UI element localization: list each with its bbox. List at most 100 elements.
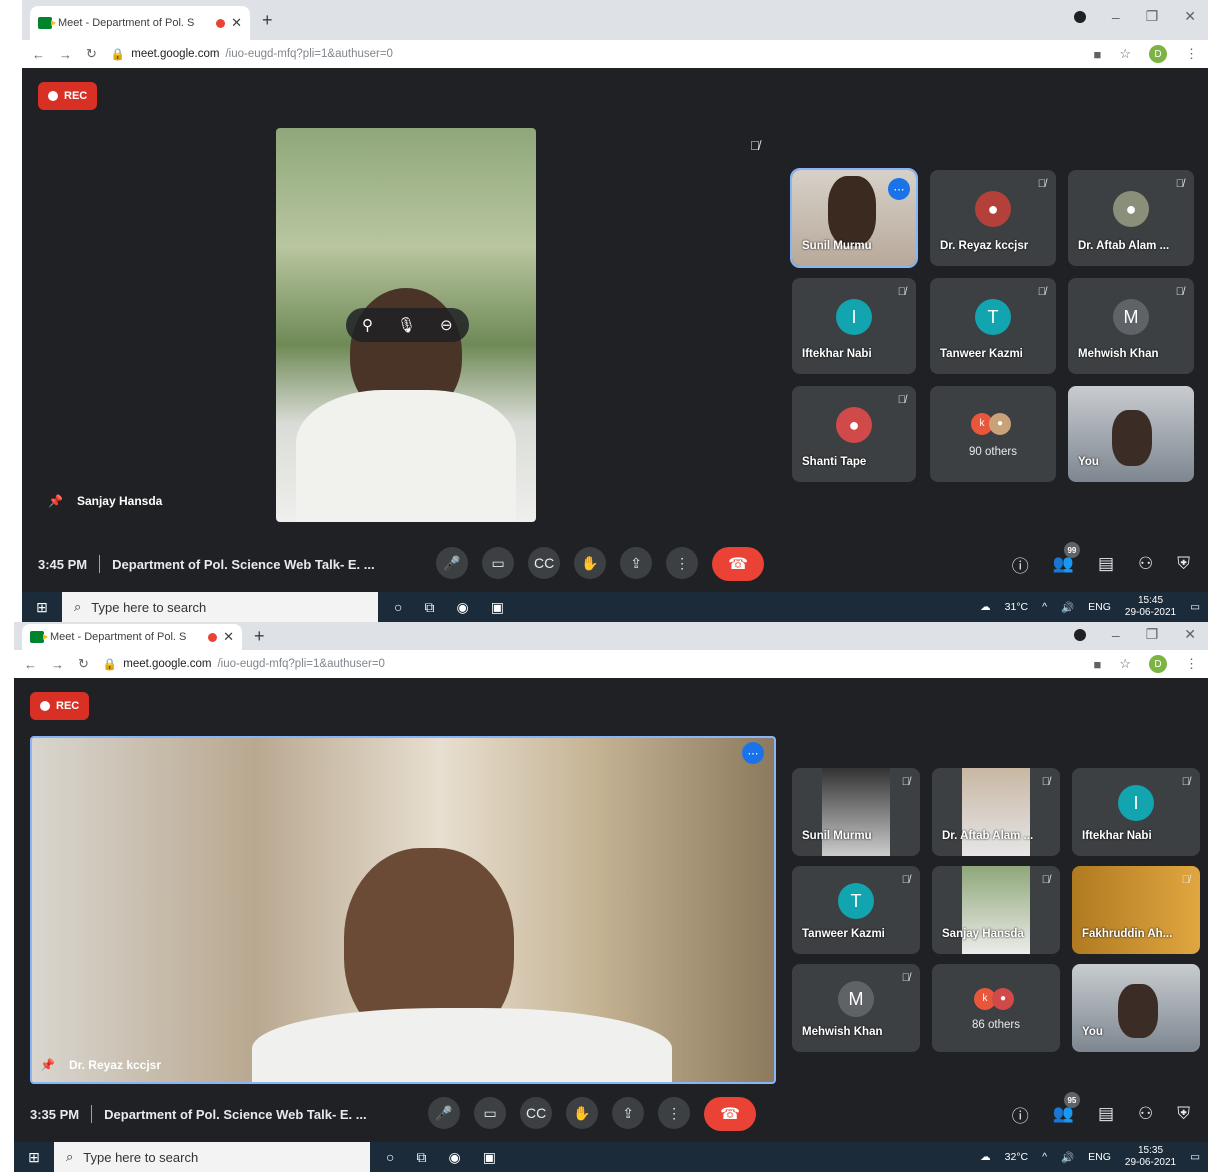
more-vert-icon[interactable]: ⋮ bbox=[666, 547, 699, 579]
participant-tile[interactable]: 🎙̸ Fakhruddin Ah... bbox=[1072, 866, 1200, 954]
notification-icon[interactable]: ▭ bbox=[1190, 1151, 1200, 1163]
others-tile[interactable]: k ● 90 others bbox=[930, 386, 1056, 482]
participant-tile[interactable]: 🎙̸ ● Shanti Tape bbox=[792, 386, 916, 482]
participant-tile[interactable]: 🎙̸ Sanjay Hansda bbox=[932, 866, 1060, 954]
microphone-icon[interactable]: 🎤 bbox=[436, 547, 469, 579]
forward-icon[interactable]: → bbox=[51, 657, 64, 672]
chevron-up-icon[interactable]: ^ bbox=[1042, 1151, 1047, 1163]
windows-start-icon[interactable]: ⊞ bbox=[22, 599, 62, 616]
info-icon[interactable]: ⓘ bbox=[1012, 552, 1029, 577]
end-call-icon[interactable]: ☎ bbox=[712, 547, 765, 581]
camera-indicator-icon[interactable]: ■ bbox=[1093, 657, 1101, 672]
volume-icon[interactable]: 🔊 bbox=[1061, 1151, 1074, 1164]
extension-icon[interactable] bbox=[1073, 10, 1086, 23]
profile-avatar[interactable]: D bbox=[1149, 45, 1167, 63]
reload-icon[interactable]: ↻ bbox=[86, 46, 97, 62]
chevron-up-icon[interactable]: ^ bbox=[1042, 601, 1047, 613]
new-tab-icon[interactable]: + bbox=[254, 626, 265, 647]
minimize-icon[interactable]: – bbox=[1112, 627, 1120, 643]
host-controls-icon[interactable]: ⛨ bbox=[1177, 1104, 1190, 1124]
activities-icon[interactable]: ⚇ bbox=[1138, 1104, 1153, 1124]
restore-icon[interactable]: ❐ bbox=[1146, 8, 1159, 25]
self-tile[interactable]: You bbox=[1068, 386, 1194, 482]
cortana-icon[interactable]: ○ bbox=[386, 1149, 394, 1165]
participant-tile[interactable]: 🎙̸ Sunil Murmu bbox=[792, 768, 920, 856]
unpin-icon[interactable]: ⚲ bbox=[362, 316, 373, 334]
cortana-icon[interactable]: ○ bbox=[394, 599, 402, 615]
back-icon[interactable]: ← bbox=[32, 47, 45, 62]
present-icon[interactable]: ⇪ bbox=[612, 1097, 645, 1129]
forward-icon[interactable]: → bbox=[59, 47, 72, 62]
host-controls-icon[interactable]: ⛨ bbox=[1177, 554, 1190, 574]
browser-menu-icon[interactable]: ⋮ bbox=[1185, 656, 1198, 672]
language[interactable]: ENG bbox=[1088, 601, 1111, 613]
camera-icon[interactable]: ▭ bbox=[474, 1097, 507, 1129]
close-tab-icon[interactable]: ✕ bbox=[231, 15, 242, 31]
mute-participant-icon[interactable]: 🎙 bbox=[397, 316, 416, 334]
self-tile[interactable]: You bbox=[1072, 964, 1200, 1052]
participant-tile[interactable]: 🎙̸ M Mehwish Khan bbox=[792, 964, 920, 1052]
close-window-icon[interactable]: ✕ bbox=[1184, 626, 1196, 643]
participant-tile[interactable]: ⋯ Sunil Murmu bbox=[790, 168, 918, 268]
clock[interactable]: 15:35 29-06-2021 bbox=[1125, 1145, 1176, 1169]
participant-tile[interactable]: 🎙̸ ● Dr. Aftab Alam ... bbox=[1068, 170, 1194, 266]
taskbar-search[interactable]: ⌕ Type here to search bbox=[54, 1142, 370, 1172]
task-view-icon[interactable]: ⧉ bbox=[424, 599, 434, 616]
remove-participant-icon[interactable]: ⊖ bbox=[440, 316, 453, 334]
participant-tile[interactable]: 🎙̸ T Tanweer Kazmi bbox=[930, 278, 1056, 374]
microphone-icon[interactable]: 🎤 bbox=[428, 1097, 461, 1129]
more-options-icon[interactable]: ⋯ bbox=[742, 742, 764, 764]
bookmark-star-icon[interactable]: ☆ bbox=[1119, 656, 1131, 672]
close-window-icon[interactable]: ✕ bbox=[1184, 8, 1196, 25]
new-tab-icon[interactable]: + bbox=[262, 10, 273, 31]
photos-icon[interactable]: ▣ bbox=[483, 1149, 496, 1166]
task-view-icon[interactable]: ⧉ bbox=[416, 1149, 426, 1166]
back-icon[interactable]: ← bbox=[24, 657, 37, 672]
browser-tab[interactable]: Meet - Department of Pol. S ✕ bbox=[22, 624, 242, 650]
info-icon[interactable]: ⓘ bbox=[1012, 1102, 1029, 1127]
participant-tile[interactable]: 🎙̸ M Mehwish Khan bbox=[1068, 278, 1194, 374]
more-options-icon[interactable]: ⋯ bbox=[888, 178, 910, 200]
raise-hand-icon[interactable]: ✋ bbox=[574, 547, 607, 579]
captions-icon[interactable]: CC bbox=[528, 547, 561, 579]
captions-icon[interactable]: CC bbox=[520, 1097, 553, 1129]
chrome-icon[interactable]: ◉ bbox=[456, 599, 468, 616]
photos-icon[interactable]: ▣ bbox=[491, 599, 504, 616]
camera-indicator-icon[interactable]: ■ bbox=[1093, 47, 1101, 62]
browser-menu-icon[interactable]: ⋮ bbox=[1185, 46, 1198, 62]
url-field[interactable]: 🔒 meet.google.com/iuo-eugd-mfq?pli=1&aut… bbox=[111, 47, 393, 61]
people-icon[interactable]: 👥 95 bbox=[1053, 1092, 1080, 1124]
chrome-icon[interactable]: ◉ bbox=[448, 1149, 460, 1166]
browser-tab[interactable]: Meet - Department of Pol. S ✕ bbox=[30, 6, 250, 40]
url-field[interactable]: 🔒 meet.google.com/iuo-eugd-mfq?pli=1&aut… bbox=[103, 657, 385, 671]
chat-icon[interactable]: ▤ bbox=[1098, 554, 1114, 574]
participant-tile[interactable]: 🎙̸ I Iftekhar Nabi bbox=[1072, 768, 1200, 856]
activities-icon[interactable]: ⚇ bbox=[1138, 554, 1153, 574]
profile-avatar[interactable]: D bbox=[1149, 655, 1167, 673]
more-vert-icon[interactable]: ⋮ bbox=[658, 1097, 691, 1129]
chat-icon[interactable]: ▤ bbox=[1098, 1104, 1114, 1124]
minimize-icon[interactable]: – bbox=[1112, 9, 1120, 25]
reload-icon[interactable]: ↻ bbox=[78, 656, 89, 672]
end-call-icon[interactable]: ☎ bbox=[704, 1097, 757, 1131]
meet-favicon-icon bbox=[30, 631, 48, 643]
close-tab-icon[interactable]: ✕ bbox=[223, 629, 234, 645]
present-icon[interactable]: ⇪ bbox=[620, 547, 653, 579]
extension-icon[interactable] bbox=[1073, 628, 1086, 641]
others-tile[interactable]: k ● 86 others bbox=[932, 964, 1060, 1052]
windows-start-icon[interactable]: ⊞ bbox=[14, 1149, 54, 1166]
clock[interactable]: 15:45 29-06-2021 bbox=[1125, 595, 1176, 619]
participant-tile[interactable]: 🎙̸ ● Dr. Reyaz kccjsr bbox=[930, 170, 1056, 266]
raise-hand-icon[interactable]: ✋ bbox=[566, 1097, 599, 1129]
people-icon[interactable]: 👥 99 bbox=[1053, 542, 1080, 574]
taskbar-search[interactable]: ⌕ Type here to search bbox=[62, 592, 378, 622]
restore-icon[interactable]: ❐ bbox=[1146, 626, 1159, 643]
participant-tile[interactable]: 🎙̸ I Iftekhar Nabi bbox=[792, 278, 916, 374]
participant-tile[interactable]: 🎙̸ Dr. Aftab Alam ... bbox=[932, 768, 1060, 856]
participant-tile[interactable]: 🎙̸ T Tanweer Kazmi bbox=[792, 866, 920, 954]
notification-icon[interactable]: ▭ bbox=[1190, 601, 1200, 613]
volume-icon[interactable]: 🔊 bbox=[1061, 601, 1074, 614]
language[interactable]: ENG bbox=[1088, 1151, 1111, 1163]
bookmark-star-icon[interactable]: ☆ bbox=[1119, 46, 1131, 62]
camera-icon[interactable]: ▭ bbox=[482, 547, 515, 579]
